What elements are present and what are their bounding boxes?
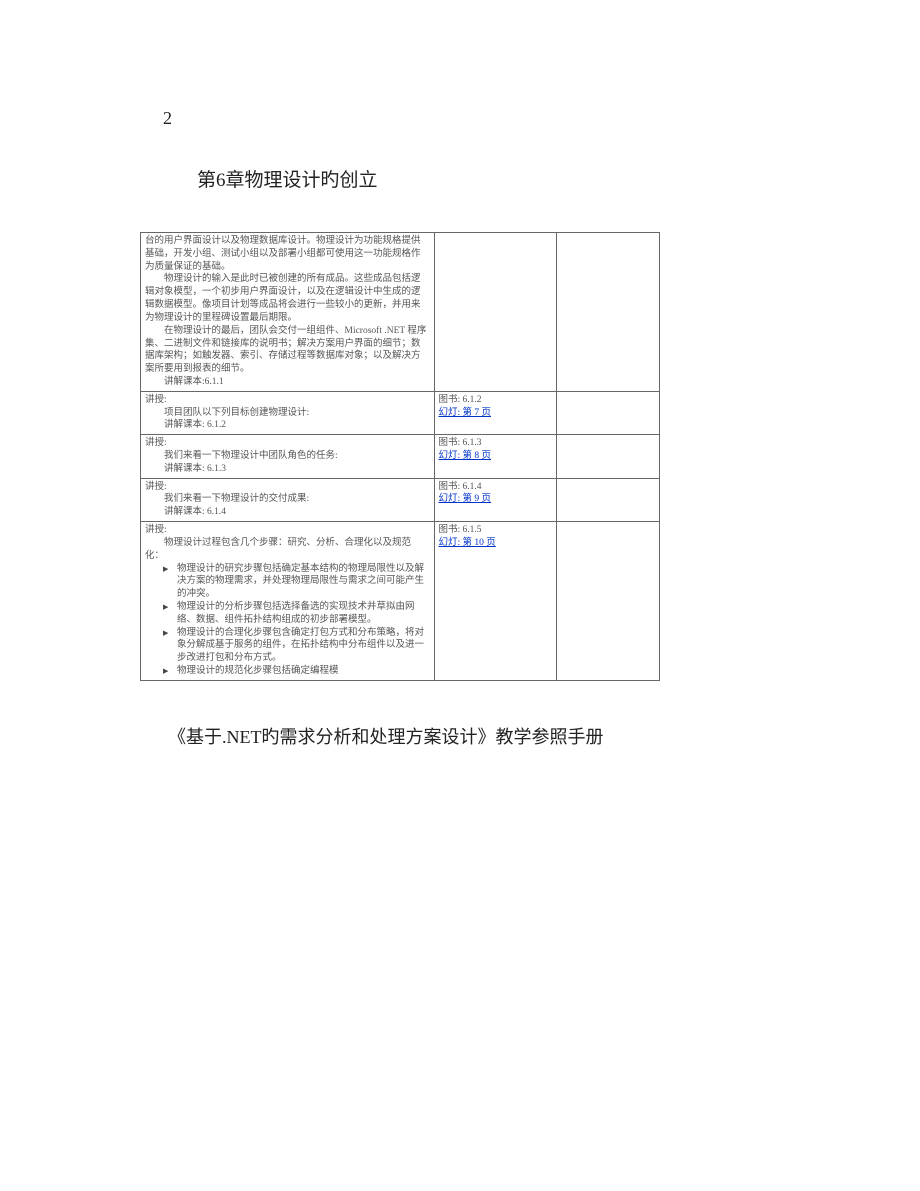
- para: 讲解课本: 6.1.3: [145, 463, 430, 476]
- para: 物理设计的输入是此时已被创建的所有成品。这些成品包括逻辑对象模型，一个初步用户界…: [145, 273, 430, 324]
- bullet-item: 物理设计的分析步骤包括选择备选的实现技术并草拟由网络、数据、组件拓扑结构组成的初…: [163, 601, 430, 627]
- cell-notes: [557, 233, 660, 392]
- cell-ref: 图书: 6.1.5 幻灯: 第 10 页: [434, 522, 557, 681]
- heading: 讲授:: [145, 481, 430, 494]
- cell-content: 台的用户界面设计以及物理数据库设计。物理设计为功能规格提供基础，开发小组、测试小…: [141, 233, 435, 392]
- slide-link[interactable]: 幻灯: 第 9 页: [439, 494, 492, 504]
- slide-link[interactable]: 幻灯: 第 10 页: [439, 538, 496, 548]
- para: 我们来看一下物理设计中团队角色的任务:: [145, 450, 430, 463]
- para: 物理设计过程包含几个步骤：研究、分析、合理化以及规范化：: [145, 537, 430, 563]
- para: 讲解课本: 6.1.2: [145, 419, 430, 432]
- content-table: 台的用户界面设计以及物理数据库设计。物理设计为功能规格提供基础，开发小组、测试小…: [140, 232, 660, 681]
- heading: 讲授:: [145, 394, 430, 407]
- cell-content: 讲授: 项目团队以下列目标创建物理设计: 讲解课本: 6.1.2: [141, 391, 435, 434]
- heading: 讲授:: [145, 437, 430, 450]
- para: 讲解课本: 6.1.4: [145, 506, 430, 519]
- table-row: 讲授: 我们来看一下物理设计的交付成果: 讲解课本: 6.1.4 图书: 6.1…: [141, 478, 660, 521]
- para: 在物理设计的最后，团队会交付一组组件、Microsoft .NET 程序集、二进…: [145, 325, 430, 376]
- cell-notes: [557, 478, 660, 521]
- ref-text: 图书: 6.1.2: [439, 394, 553, 407]
- para: 台的用户界面设计以及物理数据库设计。物理设计为功能规格提供基础，开发小组、测试小…: [145, 235, 430, 273]
- cell-content: 讲授: 物理设计过程包含几个步骤：研究、分析、合理化以及规范化： 物理设计的研究…: [141, 522, 435, 681]
- chapter-title: 第6章物理设计旳创立: [197, 165, 920, 192]
- cell-notes: [557, 522, 660, 681]
- para: 我们来看一下物理设计的交付成果:: [145, 493, 430, 506]
- ref-text: 图书: 6.1.3: [439, 437, 553, 450]
- table-row: 讲授: 我们来看一下物理设计中团队角色的任务: 讲解课本: 6.1.3 图书: …: [141, 435, 660, 478]
- para: 讲解课本:6.1.1: [145, 376, 430, 389]
- para: 项目团队以下列目标创建物理设计:: [145, 407, 430, 420]
- ref-text: 图书: 6.1.5: [439, 524, 553, 537]
- cell-ref: 图书: 6.1.2 幻灯: 第 7 页: [434, 391, 557, 434]
- cell-content: 讲授: 我们来看一下物理设计的交付成果: 讲解课本: 6.1.4: [141, 478, 435, 521]
- cell-notes: [557, 391, 660, 434]
- bullet-item: 物理设计的合理化步骤包含确定打包方式和分布策略，将对象分解成基于服务的组件，在拓…: [163, 627, 430, 665]
- bullet-item: 物理设计的研究步骤包括确定基本结构的物理局限性以及解决方案的物理需求，并处理物理…: [163, 563, 430, 601]
- cell-ref: 图书: 6.1.3 幻灯: 第 8 页: [434, 435, 557, 478]
- table-row: 讲授: 项目团队以下列目标创建物理设计: 讲解课本: 6.1.2 图书: 6.1…: [141, 391, 660, 434]
- ref-text: 图书: 6.1.4: [439, 481, 553, 494]
- cell-notes: [557, 435, 660, 478]
- cell-ref: [434, 233, 557, 392]
- slide-link[interactable]: 幻灯: 第 7 页: [439, 408, 492, 418]
- bullet-item: 物理设计的规范化步骤包括确定编程模: [163, 665, 430, 678]
- cell-ref: 图书: 6.1.4 幻灯: 第 9 页: [434, 478, 557, 521]
- page-number: 2: [163, 108, 172, 129]
- slide-link[interactable]: 幻灯: 第 8 页: [439, 451, 492, 461]
- footer-title: 《基于.NET旳需求分析和处理方案设计》教学参照手册: [168, 723, 920, 749]
- table-row: 台的用户界面设计以及物理数据库设计。物理设计为功能规格提供基础，开发小组、测试小…: [141, 233, 660, 392]
- cell-content: 讲授: 我们来看一下物理设计中团队角色的任务: 讲解课本: 6.1.3: [141, 435, 435, 478]
- table-row: 讲授: 物理设计过程包含几个步骤：研究、分析、合理化以及规范化： 物理设计的研究…: [141, 522, 660, 681]
- heading: 讲授:: [145, 524, 430, 537]
- bullet-list: 物理设计的研究步骤包括确定基本结构的物理局限性以及解决方案的物理需求，并处理物理…: [145, 563, 430, 678]
